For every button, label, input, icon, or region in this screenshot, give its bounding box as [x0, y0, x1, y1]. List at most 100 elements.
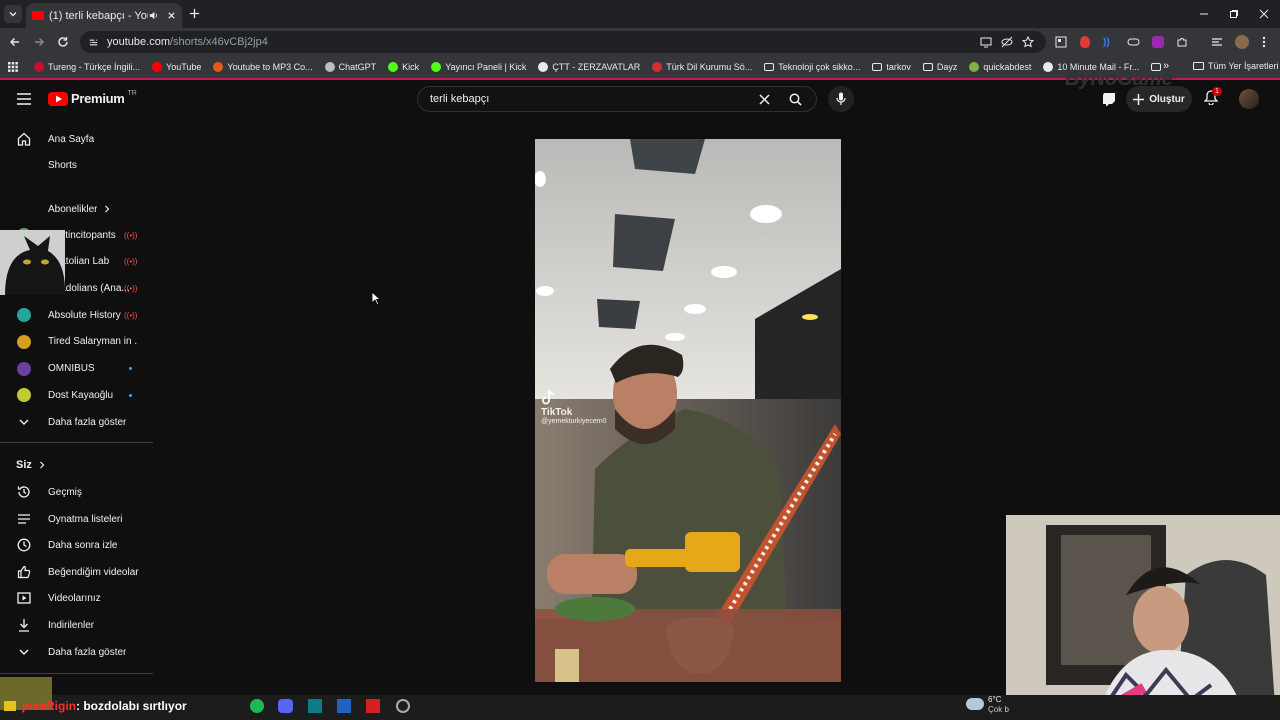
bookmark-item[interactable]: YouTube — [152, 62, 201, 72]
twitch-extension-icon[interactable] — [1101, 91, 1117, 107]
address-bar[interactable]: youtube.com/shorts/x46vCBj2jp4 — [80, 31, 1046, 53]
account-avatar[interactable] — [1239, 89, 1259, 109]
notification-badge: 1 — [1212, 87, 1222, 96]
minimize-icon[interactable] — [1199, 9, 1209, 19]
bookmark-favicon-icon — [538, 62, 549, 72]
sidebar-you-heading[interactable]: Siz — [16, 459, 46, 471]
bookmark-item[interactable]: ÇTT - ZERZAVATLAR — [538, 62, 640, 72]
bookmark-item[interactable]: Dayz — [922, 62, 957, 72]
window-close-icon[interactable] — [1259, 9, 1269, 19]
tiktok-label: TikTok — [541, 407, 573, 418]
extension-blue-icon[interactable]: )) — [1103, 37, 1110, 48]
back-arrow-icon[interactable] — [9, 36, 21, 48]
install-app-icon[interactable] — [980, 36, 992, 48]
app-icon[interactable] — [308, 699, 322, 713]
bookmark-label: tarkov — [886, 62, 911, 72]
bookmark-favicon-icon — [324, 62, 335, 72]
channel-name: OMNIBUS — [48, 363, 95, 374]
browser-menu-icon[interactable] — [1262, 36, 1266, 48]
sidebar-item-label: Abonelikler — [48, 203, 98, 215]
playlist-icon — [18, 514, 30, 524]
sidebar-item-watch-later[interactable]: Daha sonra izle — [0, 532, 150, 558]
sidebar-item-downloads[interactable]: İndirilenler — [0, 612, 150, 638]
tab-audio-icon[interactable] — [148, 10, 159, 21]
bookmark-item[interactable]: Türk Dil Kurumu Sö... — [652, 62, 752, 72]
extension-purple-icon[interactable] — [1152, 36, 1164, 48]
shorts-video-player[interactable]: TikTok @yemekturkiyecem0 — [535, 139, 841, 682]
extensions-puzzle-icon[interactable] — [1176, 36, 1188, 48]
streamer-webcam-overlay — [1006, 515, 1280, 720]
extension-red-icon[interactable] — [1080, 36, 1090, 48]
youtube-premium-logo[interactable]: Premium TR — [48, 90, 137, 106]
clear-search-icon[interactable] — [759, 94, 770, 105]
profile-avatar[interactable] — [1235, 35, 1249, 49]
search-input[interactable]: terli kebapçı — [417, 86, 817, 112]
bookmark-favicon-icon — [652, 62, 663, 72]
bookmark-favicon-icon — [213, 62, 224, 72]
tab-title: (1) terli kebapçı - YouTube — [49, 9, 148, 22]
spotify-icon[interactable] — [250, 699, 264, 713]
bookmark-label: Yayıncı Paneli | Kick — [445, 62, 527, 72]
live-indicator-icon: ((•)) — [124, 230, 138, 240]
weather-widget[interactable]: 6°C Çok b — [988, 695, 1009, 715]
bookmark-item[interactable]: Kick — [388, 62, 419, 72]
stream-chat-line: joseRigin : bozdolabı sırtlıyor — [4, 699, 187, 713]
bookmark-item[interactable]: quickabdest — [969, 62, 1031, 72]
app-icon[interactable] — [396, 699, 410, 713]
cat-webcam-overlay — [0, 230, 65, 295]
bookmark-label: Kick — [402, 62, 420, 72]
app-icon[interactable] — [337, 699, 351, 713]
channel-name: Absolute History — [48, 309, 121, 321]
url-path: /shorts/x46vCBj2jp4 — [169, 36, 268, 48]
discord-icon[interactable] — [278, 699, 293, 713]
apps-grid-icon[interactable] — [8, 62, 18, 72]
sidebar-item-home[interactable]: Ana Sayfa — [0, 126, 150, 152]
sidebar-item-subscriptions[interactable]: Abonelikler — [0, 196, 150, 222]
chevron-down-icon — [9, 12, 17, 17]
bookmark-item[interactable]: tarkov — [872, 62, 911, 72]
new-tab-icon[interactable] — [189, 8, 200, 19]
sidebar-item-history[interactable]: Geçmiş — [0, 479, 150, 505]
reading-list-icon[interactable] — [1211, 36, 1223, 48]
show-more-you-button[interactable]: Daha fazla göster — [0, 639, 150, 665]
sidebar-channel-item[interactable]: Tired Salaryman in ... — [0, 329, 150, 355]
sidebar-item-your-videos[interactable]: Videolarınız — [0, 585, 150, 611]
bookmark-item[interactable]: Youtube to MP3 Co... — [213, 62, 313, 72]
forward-arrow-icon[interactable] — [33, 36, 45, 48]
bookmark-item[interactable]: Tureng - Türkçe İngili... — [34, 62, 140, 72]
tab-close-icon[interactable] — [167, 11, 176, 20]
bookmark-label: Tureng - Türkçe İngili... — [48, 62, 141, 72]
sidebar-channel-item[interactable]: OMNIBUS — [0, 356, 150, 382]
sidebar-channel-item[interactable]: Absolute History ((•)) — [0, 302, 150, 328]
pdf-reader-icon[interactable] — [366, 699, 380, 713]
bookmark-item[interactable]: Yayıncı Paneli | Kick — [431, 62, 526, 72]
channel-avatar — [17, 361, 31, 376]
sidebar-item-label: Beğendiğim videolar — [48, 566, 139, 578]
browser-tab[interactable]: (1) terli kebapçı - YouTube — [26, 3, 182, 28]
extension-gamepad-icon[interactable] — [1127, 36, 1140, 48]
tab-search-button[interactable] — [4, 5, 22, 23]
restore-icon[interactable] — [1229, 9, 1239, 19]
sidebar-channel-item[interactable]: Dost Kayaoğlu — [0, 382, 150, 408]
show-more-subscriptions-button[interactable]: Daha fazla göster — [0, 409, 150, 435]
extension-qr-icon[interactable] — [1055, 36, 1067, 48]
sidebar-item-playlists[interactable]: Oynatma listeleri — [0, 506, 150, 532]
tiktok-watermark: TikTok @yemekturkiyecem0 — [541, 389, 606, 425]
search-icon[interactable] — [789, 93, 802, 106]
site-info-icon[interactable] — [88, 37, 99, 48]
sidebar-item-liked-videos[interactable]: Beğendiğim videolar — [0, 559, 150, 585]
all-bookmarks-button[interactable]: Tüm Yer İşaretleri — [1193, 61, 1279, 71]
bookmark-list: Tureng - Türkçe İngili... YouTube Youtube … — [34, 62, 1164, 72]
bookmark-item[interactable]: ChatGPT — [324, 62, 376, 72]
hamburger-menu-icon[interactable] — [17, 93, 31, 105]
eye-off-icon[interactable] — [1001, 36, 1013, 48]
notifications-button[interactable]: 1 — [1204, 87, 1222, 105]
channel-name: Tired Salaryman in ... — [48, 336, 138, 348]
sidebar-item-shorts[interactable]: Shorts — [0, 152, 150, 178]
taskbar: joseRigin : bozdolabı sırtlıyor 6°C Çok … — [0, 677, 1280, 720]
bookmark-star-icon[interactable] — [1022, 36, 1034, 48]
voice-search-button[interactable] — [828, 86, 854, 112]
reload-icon[interactable] — [57, 36, 69, 48]
bookmark-item[interactable]: Teknoloji çok sikko... — [764, 62, 860, 72]
create-button[interactable]: Oluştur — [1126, 86, 1192, 112]
